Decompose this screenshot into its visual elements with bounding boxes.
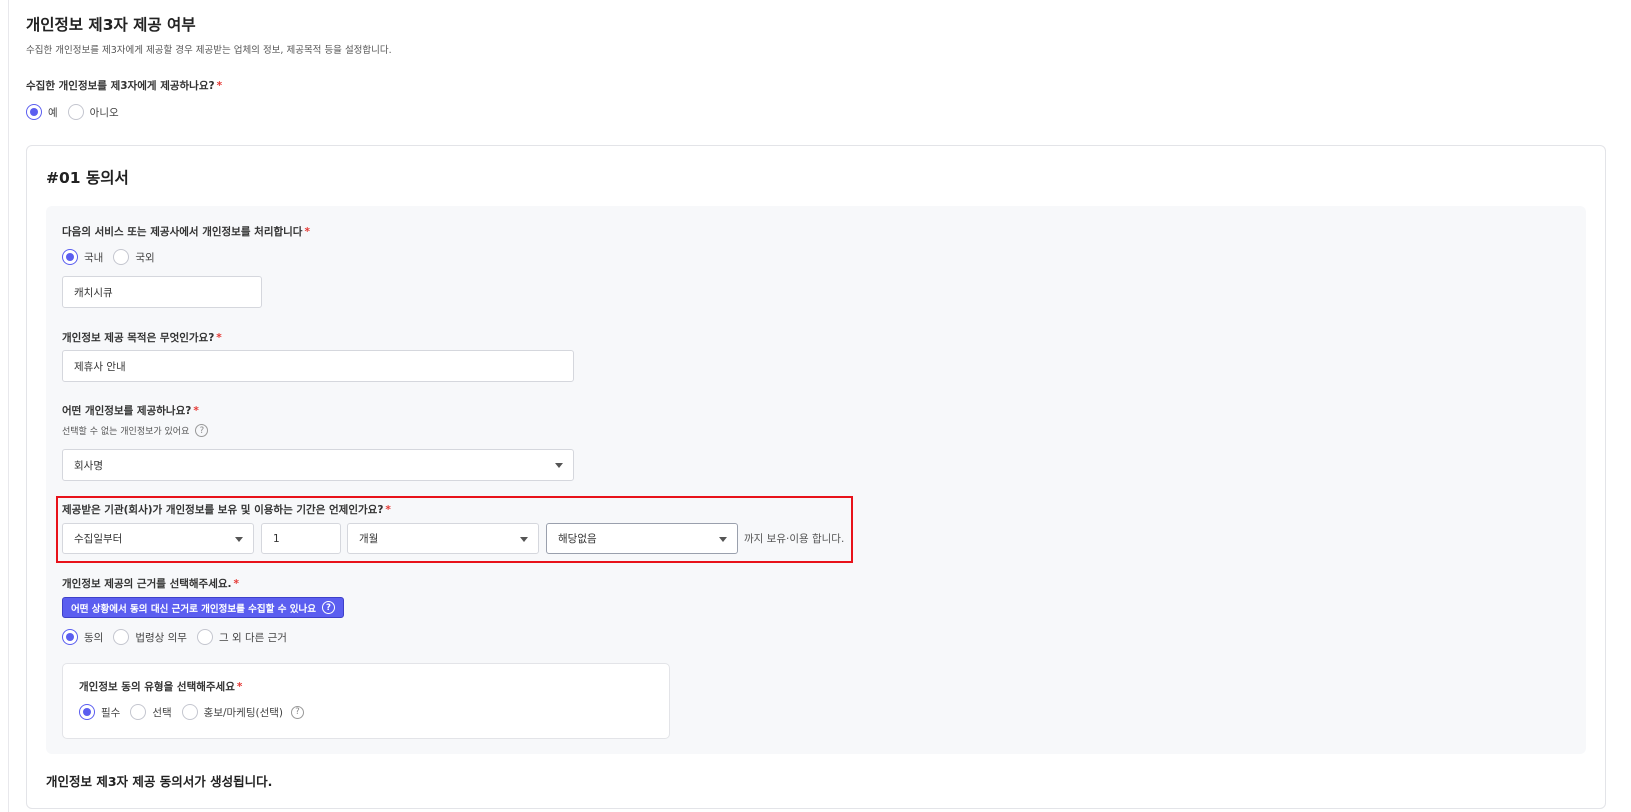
radio-domestic-label[interactable]: 국내 (84, 250, 103, 265)
radio-required-label[interactable]: 필수 (101, 705, 120, 720)
basis-label: 개인정보 제공의 근거를 선택해주세요. * (62, 578, 240, 590)
retention-start-value: 수집일부터 (74, 533, 123, 545)
radio-required[interactable] (79, 704, 95, 720)
radio-other-basis[interactable] (196, 629, 213, 645)
radio-legal-duty[interactable] (113, 629, 130, 645)
items-label: 어떤 개인정보를 제공하나요? * (62, 405, 199, 417)
radio-marketing-label[interactable]: 홍보/마케팅(선택) (204, 705, 283, 720)
radio-overseas[interactable] (113, 249, 130, 265)
radio-optional[interactable] (130, 704, 147, 720)
radio-yes-label[interactable]: 예 (48, 105, 58, 120)
items-sub: 선택할 수 없는 개인정보가 있어요 ? (62, 424, 209, 437)
retention-unit-value: 개월 (359, 533, 379, 545)
purpose-input[interactable]: 제휴사 안내 (62, 350, 574, 382)
service-radio-group: 국내 국외 (62, 249, 165, 265)
help-icon: ? (321, 601, 335, 614)
required-mark: * (216, 332, 222, 344)
help-icon[interactable]: ? (291, 705, 305, 719)
left-border (8, 0, 9, 812)
radio-marketing[interactable] (181, 704, 198, 720)
required-mark: * (385, 504, 391, 516)
purpose-label: 개인정보 제공 목적은 무엇인가요? * (62, 332, 222, 344)
retention-extra-select[interactable]: 해당없음 (546, 523, 738, 554)
consent-type-card (62, 663, 670, 739)
items-select[interactable]: 회사명 (62, 449, 574, 481)
consent-type-radio-group: 필수 선택 홍보/마케팅(선택) ? (79, 704, 305, 720)
provide-question-label: 수집한 개인정보를 제3자에게 제공하나요? * (26, 80, 223, 92)
retention-suffix: 까지 보유·이용 합니다. (744, 533, 845, 545)
radio-no[interactable] (67, 104, 84, 120)
basis-radio-group: 동의 법령상 의무 그 외 다른 근거 (62, 629, 297, 645)
items-select-value: 회사명 (74, 459, 103, 472)
footer-note: 개인정보 제3자 제공 동의서가 생성됩니다. (46, 774, 273, 789)
retention-amount-input[interactable]: 1 (261, 523, 341, 554)
service-provider-input[interactable]: 캐치시큐 (62, 276, 262, 308)
retention-start-select[interactable]: 수집일부터 (62, 523, 254, 554)
chevron-down-icon (719, 536, 727, 542)
chevron-down-icon (235, 536, 243, 542)
retention-unit-select[interactable]: 개월 (347, 523, 539, 554)
consent-card-title: #01 동의서 (46, 169, 129, 187)
radio-yes[interactable] (26, 104, 42, 120)
chevron-down-icon (555, 463, 563, 468)
chevron-down-icon (520, 536, 528, 542)
provide-radio-group: 예 아니오 (26, 104, 129, 120)
page-description: 수집한 개인정보를 제3자에게 제공할 경우 제공받는 업체의 정보, 제공목적… (26, 45, 392, 56)
required-mark: * (304, 226, 310, 238)
basis-info-button[interactable]: 어떤 상황에서 동의 대신 근거로 개인정보를 수집할 수 있나요 ? (62, 597, 344, 618)
service-label: 다음의 서비스 또는 제공사에서 개인정보를 처리합니다 * (62, 226, 310, 238)
required-mark: * (236, 681, 243, 693)
retention-extra-value: 해당없음 (558, 533, 597, 545)
required-mark: * (216, 80, 223, 92)
required-mark: * (193, 405, 199, 417)
page-title: 개인정보 제3자 제공 여부 (26, 16, 196, 34)
radio-overseas-label[interactable]: 국외 (135, 250, 154, 265)
consent-type-label: 개인정보 동의 유형을 선택해주세요 * (79, 681, 243, 693)
radio-optional-label[interactable]: 선택 (152, 705, 171, 720)
radio-no-label[interactable]: 아니오 (90, 105, 119, 120)
radio-domestic[interactable] (62, 249, 78, 265)
radio-legal-duty-label[interactable]: 법령상 의무 (135, 630, 187, 645)
radio-consent-label[interactable]: 동의 (84, 630, 103, 645)
retention-label: 제공받은 기관(회사)가 개인정보를 보유 및 이용하는 기간은 언제인가요? * (62, 504, 391, 516)
required-mark: * (233, 578, 240, 590)
help-icon[interactable]: ? (195, 424, 209, 437)
radio-consent[interactable] (62, 629, 78, 645)
radio-other-basis-label[interactable]: 그 외 다른 근거 (219, 630, 287, 645)
